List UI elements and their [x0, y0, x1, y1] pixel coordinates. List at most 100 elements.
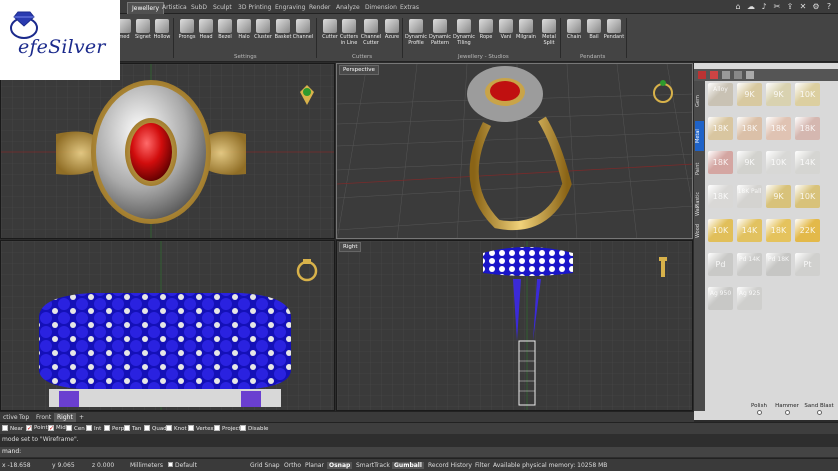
material-swatch[interactable]: 18K [766, 117, 791, 140]
viewport-label-perspective[interactable]: Perspective [339, 65, 379, 75]
material-swatch[interactable]: Pt [795, 253, 820, 276]
ribbon-button-azure[interactable]: Azure [380, 17, 404, 53]
tab-right[interactable]: Right [54, 413, 76, 422]
materials-icon[interactable] [698, 71, 706, 79]
tab-analyze[interactable]: Analyze [336, 2, 360, 14]
grid-snap-toggle[interactable]: Grid Snap [250, 462, 280, 469]
osnap-cen[interactable]: Cen [66, 425, 85, 432]
material-swatch[interactable]: Pd [708, 253, 733, 276]
ribbon-button-channel[interactable]: Channel [291, 17, 315, 53]
material-swatch[interactable]: 10K [795, 185, 820, 208]
gumball-toggle[interactable]: Gumball [392, 462, 424, 469]
mic-icon[interactable]: ♪ [759, 2, 769, 12]
help-icon[interactable]: ? [824, 2, 834, 12]
tab-top[interactable]: Top [16, 413, 32, 422]
material-swatch[interactable]: 18K [766, 219, 791, 242]
finish-hammer[interactable]: Hammer [774, 403, 800, 415]
tab-front[interactable]: Front [33, 413, 54, 422]
ribbon-button-hollow[interactable]: Hollow [150, 17, 174, 53]
osnap-vertex[interactable]: Vertex [188, 425, 214, 432]
settings-icon[interactable]: ⚙ [811, 2, 821, 12]
viewport-front[interactable] [0, 240, 335, 411]
ribbon-button-dynamic-profile[interactable]: Dynamic Profile [404, 17, 428, 53]
material-swatch[interactable]: 18K [708, 117, 733, 140]
material-swatch[interactable]: 9K [766, 185, 791, 208]
smarttrack-toggle[interactable]: SmartTrack [356, 462, 390, 469]
export-icon[interactable]: ⇪ [785, 2, 795, 12]
ribbon-button-metal-split[interactable]: Metal Split [537, 17, 561, 53]
material-swatch[interactable]: 14K [737, 219, 762, 242]
tab-render[interactable]: Render [309, 2, 330, 14]
ribbon-button-cutters-in-line[interactable]: Cutters in Line [337, 17, 361, 53]
tab-sculpt[interactable]: Sculpt [213, 2, 232, 14]
material-swatch[interactable]: 9K [737, 151, 762, 174]
record-history-toggle[interactable]: Record History [428, 462, 472, 469]
osnap-disable[interactable]: Disable [240, 425, 268, 432]
tab-artistica[interactable]: Artistica [162, 2, 187, 14]
tab-engraving[interactable]: Engraving [275, 2, 305, 14]
viewport-label-right[interactable]: Right [339, 242, 362, 252]
layer-display[interactable]: Default [168, 462, 197, 469]
cut-icon[interactable]: ✂ [772, 2, 782, 12]
material-swatch[interactable]: 18K [737, 117, 762, 140]
material-swatch[interactable]: Alloy [708, 83, 733, 106]
osnap-project[interactable]: Project [214, 425, 241, 432]
viewport-perspective[interactable]: Perspective [336, 63, 693, 239]
add-viewport-icon[interactable]: + [76, 413, 87, 422]
material-swatch[interactable]: 18K Pall [737, 185, 762, 208]
home-icon[interactable]: ⌂ [733, 2, 743, 12]
ortho-toggle[interactable]: Ortho [284, 462, 301, 469]
side-tab-gem[interactable]: Gem [695, 87, 704, 115]
properties-icon[interactable] [722, 71, 730, 79]
osnap-quad[interactable]: Quad [144, 425, 167, 432]
material-swatch[interactable]: Ag 925 [737, 287, 762, 310]
material-swatch[interactable]: Pd 14K [737, 253, 762, 276]
tab-jewellery[interactable]: Jewellery [127, 2, 165, 14]
ribbon-button-dynamic-tiling[interactable]: Dynamic Tiling [452, 17, 476, 53]
side-tab-wax[interactable]: Wax [695, 201, 704, 221]
command-prompt[interactable]: mand: [0, 447, 838, 457]
osnap-mid[interactable]: Mid [48, 425, 66, 431]
osnap-knot[interactable]: Knot [166, 425, 187, 432]
finish-polish[interactable]: Polish [748, 403, 770, 415]
material-swatch[interactable]: Ag 950 [708, 287, 733, 310]
layers-icon[interactable] [710, 71, 718, 79]
filter-toggle[interactable]: Filter [475, 462, 490, 469]
material-swatch[interactable]: 18K [708, 185, 733, 208]
material-swatch[interactable]: Pd 18K [766, 253, 791, 276]
material-swatch[interactable]: 18K [795, 117, 820, 140]
side-tab-paint[interactable]: Paint [695, 157, 704, 181]
osnap-perp[interactable]: Perp [104, 425, 124, 432]
close-icon[interactable]: ✕ [798, 2, 808, 12]
ribbon-button-pendant[interactable]: Pendant [602, 17, 626, 53]
material-swatch[interactable]: 22K [795, 219, 820, 242]
tab-extras[interactable]: Extras [400, 2, 419, 14]
planar-toggle[interactable]: Planar [305, 462, 324, 469]
osnap-int[interactable]: Int [86, 425, 101, 432]
material-swatch[interactable]: 10K [708, 219, 733, 242]
ribbon-button-dynamic-pattern[interactable]: Dynamic Pattern [428, 17, 452, 53]
viewport-right[interactable]: Right [336, 240, 693, 411]
osnap-near[interactable]: Near [2, 425, 23, 432]
material-swatch[interactable]: 10K [795, 83, 820, 106]
ribbon-button-milgrain[interactable]: Milgrain [514, 17, 538, 53]
units-display[interactable]: Millimeters [130, 462, 163, 469]
material-swatch[interactable]: 9K [766, 83, 791, 106]
osnap-tan[interactable]: Tan [124, 425, 141, 432]
tab-subd[interactable]: SubD [191, 2, 207, 14]
osnap-point[interactable]: Point [26, 425, 48, 431]
material-swatch[interactable]: 14K [795, 151, 820, 174]
side-tab-metal[interactable]: Metal [695, 121, 704, 151]
osnap-toggle[interactable]: Osnap [327, 462, 353, 469]
finish-sand-blast[interactable]: Sand Blast [804, 403, 834, 415]
material-swatch[interactable]: 10K [766, 151, 791, 174]
library-icon[interactable] [746, 71, 754, 79]
material-swatch[interactable]: 18K [708, 151, 733, 174]
cloud-icon[interactable]: ☁ [746, 2, 756, 12]
render-icon[interactable] [734, 71, 742, 79]
viewport-top[interactable] [0, 63, 335, 239]
material-swatch[interactable]: 9K [737, 83, 762, 106]
tab-dimension[interactable]: Dimension [365, 2, 397, 14]
side-tab-wood[interactable]: Wood [695, 219, 704, 243]
tab-3d-printing[interactable]: 3D Printing [238, 2, 271, 14]
